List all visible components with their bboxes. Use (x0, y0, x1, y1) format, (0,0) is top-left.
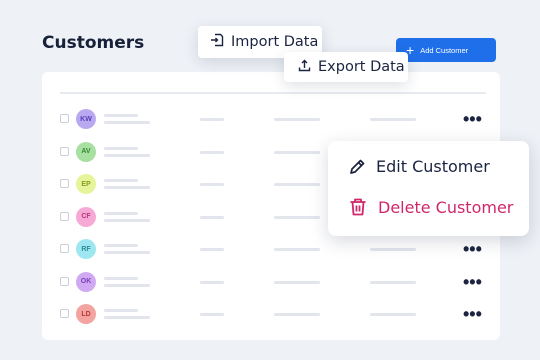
placeholder-text-bar (370, 313, 416, 316)
placeholder-text-bar (200, 280, 224, 284)
placeholder-text-bar (104, 153, 150, 157)
placeholder-text-bar (104, 283, 150, 287)
table-row[interactable]: LD ••• (42, 299, 500, 331)
placeholder-text-bar (274, 280, 320, 284)
placeholder-text-bar (104, 179, 138, 182)
avatar: AV (76, 141, 96, 162)
pencil-icon (348, 158, 366, 176)
placeholder-text-bar (104, 316, 150, 319)
placeholder-text-bar (200, 313, 224, 316)
placeholder-text-bar (370, 248, 416, 251)
placeholder-text-bar (274, 150, 320, 154)
trash-icon (348, 197, 368, 217)
more-options-icon[interactable]: ••• (463, 273, 482, 291)
placeholder-text-bar (274, 215, 320, 219)
row-checkbox[interactable] (60, 179, 69, 188)
more-options-icon[interactable]: ••• (463, 305, 482, 323)
placeholder-text-bar (104, 114, 138, 117)
avatar: CF (76, 206, 96, 227)
more-options-icon[interactable]: ••• (463, 240, 482, 258)
more-options-icon[interactable]: ••• (463, 110, 482, 128)
table-row[interactable]: OK ••• (42, 267, 500, 299)
placeholder-text-bar (104, 146, 138, 150)
export-data-label: Export Data (318, 59, 405, 75)
placeholder-text-bar (104, 309, 138, 312)
placeholder-text-bar (104, 251, 150, 254)
add-customer-label: Add Customer (420, 45, 469, 55)
row-checkbox[interactable] (60, 276, 69, 286)
avatar: OK (76, 271, 96, 292)
placeholder-text-bar (370, 280, 416, 284)
import-icon (210, 33, 224, 51)
placeholder-text-bar (200, 248, 224, 251)
placeholder-text-bar (200, 150, 224, 154)
edit-customer-item[interactable]: Edit Customer (348, 157, 490, 176)
export-data-button[interactable]: Export Data (284, 52, 408, 82)
placeholder-text-bar (274, 248, 320, 251)
row-checkbox[interactable] (60, 309, 69, 318)
avatar: KW (76, 109, 96, 129)
placeholder-text-bar (104, 218, 150, 222)
page-title: Customers (42, 33, 145, 53)
export-icon (298, 59, 311, 76)
placeholder-text-bar (200, 215, 224, 219)
add-customer-button[interactable]: + Add Customer (396, 38, 496, 62)
row-checkbox[interactable] (60, 211, 69, 221)
edit-customer-label: Edit Customer (376, 157, 490, 176)
placeholder-text-bar (104, 244, 138, 247)
placeholder-text-bar (370, 118, 416, 121)
placeholder-text-bar (104, 121, 150, 124)
table-row[interactable]: RF ••• (42, 234, 500, 266)
placeholder-text-bar (200, 183, 224, 186)
avatar: RF (76, 239, 96, 259)
placeholder-text-bar (104, 186, 150, 189)
delete-customer-item[interactable]: Delete Customer (348, 197, 513, 217)
placeholder-text-bar (200, 118, 224, 121)
placeholder-text-bar (274, 313, 320, 316)
placeholder-text-bar (274, 183, 320, 186)
row-checkbox[interactable] (60, 146, 69, 156)
avatar: EP (76, 174, 96, 194)
avatar: LD (76, 304, 96, 324)
row-context-menu: Edit Customer Delete Customer (328, 141, 529, 236)
table-header-divider (60, 92, 486, 94)
table-row[interactable]: KW ••• (42, 104, 500, 136)
row-checkbox[interactable] (60, 114, 69, 123)
row-checkbox[interactable] (60, 244, 69, 253)
placeholder-text-bar (274, 118, 320, 121)
placeholder-text-bar (104, 211, 138, 215)
placeholder-text-bar (104, 276, 138, 280)
import-data-label: Import Data (231, 34, 319, 50)
delete-customer-label: Delete Customer (378, 197, 514, 217)
